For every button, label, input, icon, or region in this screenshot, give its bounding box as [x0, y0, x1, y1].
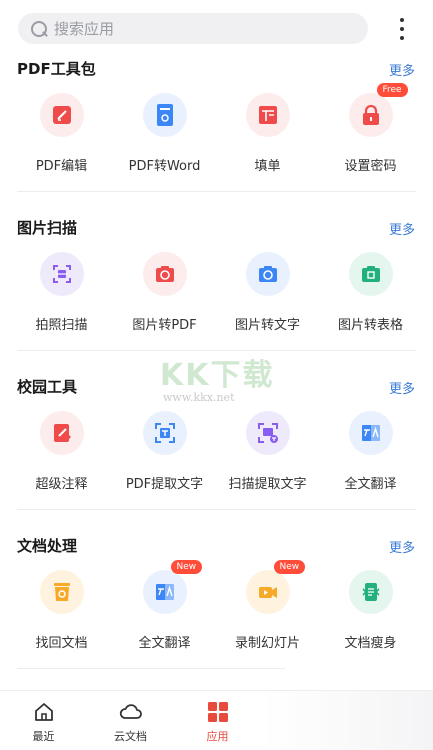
watermark-logo: KK下载: [160, 358, 275, 393]
translate-icon: [348, 411, 393, 455]
tool-label: PDF转Word: [128, 159, 201, 174]
tab-bar-spacer: [261, 691, 433, 750]
watermark-url: www.kkx.net: [163, 391, 235, 404]
tool-scan-extract-text[interactable]: 扫描提取文字: [216, 411, 319, 492]
tool-label: 全文翻译: [138, 636, 191, 651]
section-divider: [17, 191, 416, 192]
tool-annotate[interactable]: 超级注释: [10, 411, 113, 492]
fill-form-icon: [245, 93, 290, 137]
tool-image-to-pdf[interactable]: 图片转PDF: [113, 252, 216, 333]
more-link[interactable]: 更多: [389, 378, 415, 397]
record-slides-icon: New: [245, 560, 306, 614]
tool-recover-document[interactable]: 找回文档: [10, 570, 113, 651]
tool-translate[interactable]: 全文翻译: [319, 411, 422, 492]
tool-fill-form[interactable]: 填单: [216, 93, 319, 174]
section-title: 文档处理: [17, 537, 78, 555]
tool-label: 拍照扫描: [35, 318, 88, 333]
tab-label: 云文档: [114, 730, 147, 743]
tab-apps[interactable]: 应用: [174, 691, 261, 750]
tool-photo-scan[interactable]: 拍照扫描: [10, 252, 113, 333]
new-badge: New: [273, 560, 306, 574]
tool-label: 图片转表格: [337, 318, 403, 333]
section-document-processing: 文档处理 更多 找回文档 New 全文翻译 New 录制幻灯片 文档瘦身: [0, 533, 433, 673]
photo-scan-icon: [39, 252, 84, 296]
recover-document-icon: [39, 570, 84, 614]
tool-label: 设置密码: [344, 159, 397, 174]
new-badge: New: [170, 560, 203, 574]
pdf-to-word-icon: [142, 93, 187, 137]
tab-recent[interactable]: 最近: [0, 691, 87, 750]
scan-extract-text-icon: [245, 411, 290, 455]
top-bar: 搜索应用: [0, 0, 433, 56]
tool-label: 图片转PDF: [132, 318, 197, 333]
tool-pdf-to-word[interactable]: PDF转Word: [113, 93, 216, 174]
section-title: PDF工具包: [17, 60, 96, 78]
tool-label: 录制幻灯片: [234, 636, 300, 651]
bottom-tab-bar: 最近 云文档 应用: [0, 690, 433, 750]
tab-label: 应用: [206, 730, 229, 743]
section-title: 图片扫描: [17, 219, 78, 237]
free-badge: Free: [376, 83, 408, 97]
pdf-extract-text-icon: [142, 411, 187, 455]
more-link[interactable]: 更多: [389, 60, 415, 79]
tool-label: 全文翻译: [344, 477, 397, 492]
tool-set-password[interactable]: Free 设置密码: [319, 83, 422, 174]
tool-label: 扫描提取文字: [228, 477, 307, 492]
search-icon: [30, 20, 48, 38]
tool-label: PDF提取文字: [125, 477, 204, 492]
tool-label: 填单: [254, 159, 281, 174]
tool-translate[interactable]: New 全文翻译: [113, 560, 216, 651]
image-to-table-icon: [348, 252, 393, 296]
tool-slim-document[interactable]: 文档瘦身: [319, 570, 422, 651]
tool-label: 文档瘦身: [344, 636, 397, 651]
annotate-icon: [39, 411, 84, 455]
section-image-scan: 图片扫描 更多 拍照扫描 图片转PDF 图片转文字 图片转表格: [0, 215, 433, 355]
search-input[interactable]: 搜索应用: [18, 13, 368, 44]
section-divider: [17, 509, 416, 510]
tab-label: 最近: [32, 730, 55, 743]
section-title: 校园工具: [17, 378, 78, 396]
cloud-icon: [119, 704, 142, 719]
tool-pdf-extract-text[interactable]: PDF提取文字: [113, 411, 216, 492]
tool-pdf-edit[interactable]: PDF编辑: [10, 93, 113, 174]
image-to-pdf-icon: [142, 252, 187, 296]
apps-grid-icon: [207, 702, 228, 722]
tool-image-to-text[interactable]: 图片转文字: [216, 252, 319, 333]
translate-icon: New: [142, 560, 203, 614]
tool-label: PDF编辑: [35, 159, 88, 174]
section-pdf-tools: PDF工具包 更多 PDF编辑 PDF转Word 填单 Free 设置密码: [0, 56, 433, 196]
tool-label: 图片转文字: [234, 318, 300, 333]
tool-image-to-table[interactable]: 图片转表格: [319, 252, 422, 333]
pdf-edit-icon: [39, 93, 84, 137]
lock-icon: Free: [348, 83, 408, 137]
home-icon: [34, 703, 53, 721]
image-to-text-icon: [245, 252, 290, 296]
more-link[interactable]: 更多: [389, 219, 415, 238]
tool-record-slides[interactable]: New 录制幻灯片: [216, 560, 319, 651]
slim-document-icon: [348, 570, 393, 614]
tool-label: 超级注释: [35, 477, 88, 492]
more-link[interactable]: 更多: [389, 537, 415, 556]
more-options-icon[interactable]: [392, 16, 412, 42]
tool-label: 找回文档: [35, 636, 88, 651]
tab-cloud-docs[interactable]: 云文档: [87, 691, 174, 750]
search-placeholder: 搜索应用: [54, 20, 115, 38]
section-divider: [17, 668, 285, 669]
